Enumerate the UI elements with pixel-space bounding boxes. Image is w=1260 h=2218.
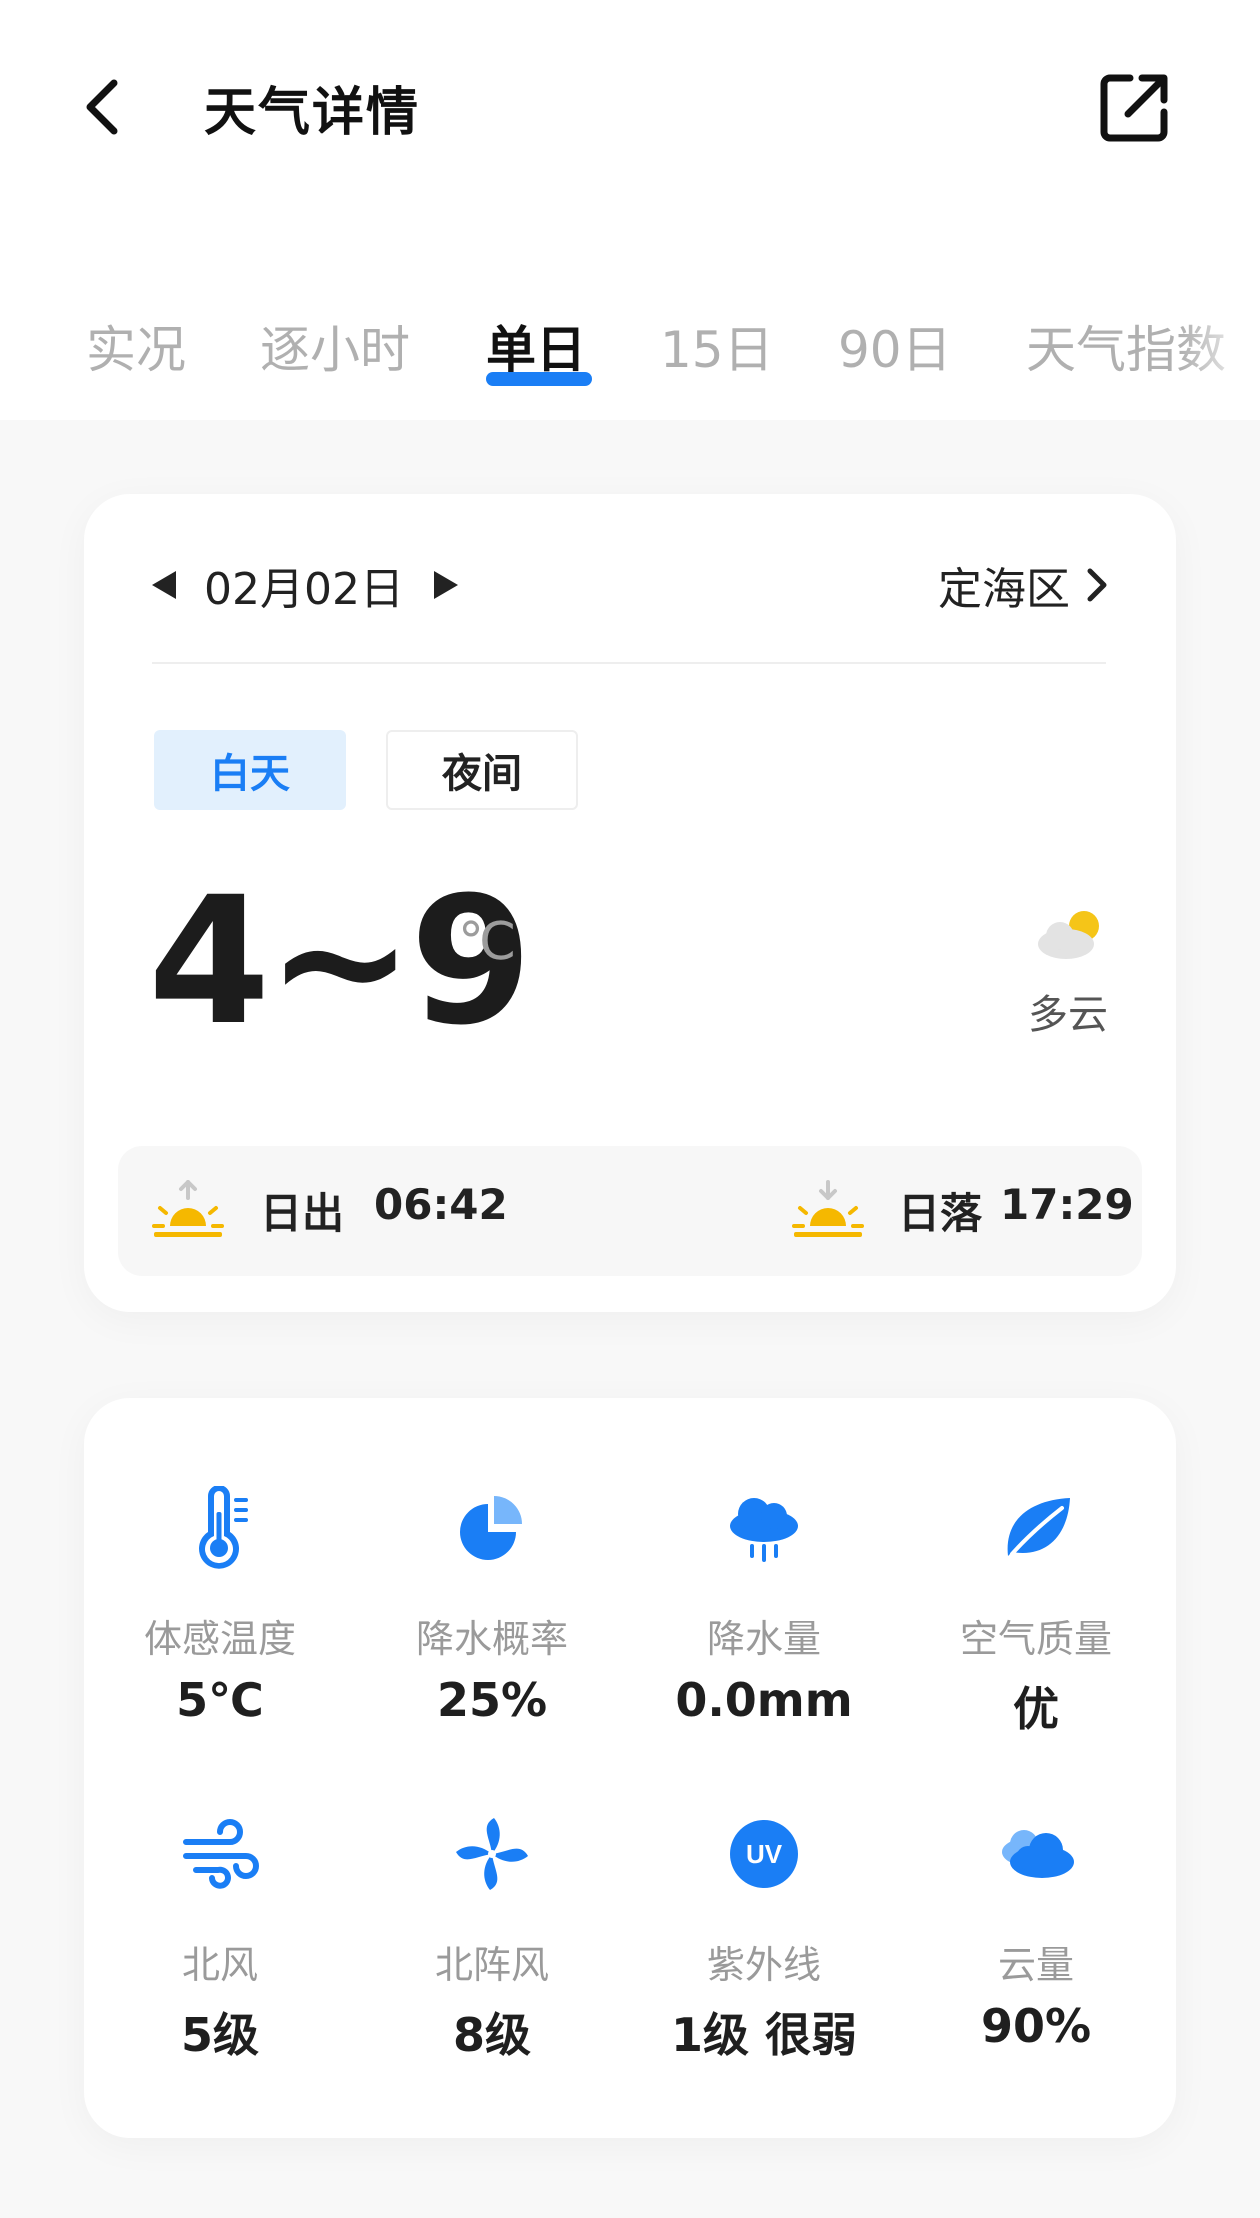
rain-cloud-icon — [730, 1498, 798, 1562]
cloud-cover-item: 云量 90% — [936, 1812, 1136, 2053]
air-quality-item: 空气质量 优 — [936, 1486, 1136, 1739]
back-button[interactable] — [72, 72, 132, 142]
top-bar: 天气详情 — [0, 0, 1260, 230]
wind-value: 5级 — [180, 2008, 259, 2062]
leaf-icon — [1007, 1498, 1070, 1556]
sun-times-strip: 日出 06:42 日落 17:29 — [118, 1146, 1142, 1276]
previous-day-button[interactable] — [152, 571, 176, 599]
cloud-icon — [1002, 1830, 1074, 1878]
external-link-icon — [1100, 74, 1168, 142]
sunrise-time: 06:42 — [374, 1180, 508, 1229]
chevron-left-icon — [86, 79, 118, 135]
pie-chart-icon — [460, 1496, 522, 1560]
tab-live[interactable]: 实况 — [86, 310, 186, 382]
wind-item: 北风 5级 — [120, 1812, 320, 2065]
gust-item: 北阵风 8级 — [392, 1812, 592, 2065]
sunset-label: 日落 — [898, 1189, 983, 1238]
sunset-time: 17:29 — [1000, 1180, 1134, 1229]
next-day-button[interactable] — [433, 571, 458, 599]
gust-label: 北阵风 — [434, 1943, 549, 1987]
divider — [152, 662, 1106, 664]
thermometer-icon — [199, 1486, 248, 1569]
nighttime-toggle[interactable]: 夜间 — [386, 730, 578, 810]
date-label: 02月02日 — [204, 564, 404, 615]
location-label: 定海区 — [938, 564, 1070, 615]
uv-item: UV 紫外线 1级 很弱 — [664, 1812, 864, 2065]
feels-like-value: 5℃ — [176, 1673, 264, 1727]
date-navigator: 02月02日 — [152, 550, 458, 620]
weather-detail-page: 天气详情 实况 逐小时 单日 15日 90日 天气指数 02月02日 定海区 白… — [0, 0, 1260, 2218]
weather-condition: 多云 — [1028, 992, 1108, 1038]
daily-forecast-card: 02月02日 定海区 白天 夜间 4~9 ℃ 多云 日出 06:42 日落 17… — [84, 494, 1176, 1312]
uv-icon-text: UV — [746, 1839, 783, 1869]
wind-icon — [183, 1819, 259, 1889]
weather-details-card: 体感温度 5℃ 降水概率 25% 降水量 0.0mm 空气质量 优 北风 5级 … — [84, 1398, 1176, 2138]
tab-15-day[interactable]: 15日 — [660, 310, 774, 382]
precip-probability-item: 降水概率 25% — [392, 1486, 592, 1727]
temperature-unit: ℃ — [458, 912, 517, 972]
partly-cloudy-icon — [1038, 911, 1099, 959]
tab-weather-index[interactable]: 天气指数 — [1026, 310, 1226, 382]
air-quality-label: 空气质量 — [959, 1617, 1112, 1661]
cloud-cover-value: 90% — [980, 1999, 1092, 2053]
daytime-toggle[interactable]: 白天 — [154, 730, 346, 810]
location-selector[interactable]: 定海区 — [938, 550, 1108, 620]
page-title: 天气详情 — [204, 83, 421, 143]
precip-probability-label: 降水概率 — [415, 1617, 568, 1661]
precip-probability-value: 25% — [436, 1673, 548, 1727]
tab-90-day[interactable]: 90日 — [838, 310, 952, 382]
air-quality-value: 优 — [1013, 1682, 1059, 1736]
share-button[interactable] — [1096, 70, 1172, 146]
precipitation-label: 降水量 — [706, 1617, 821, 1661]
chevron-right-icon — [1087, 568, 1107, 602]
gust-value: 8级 — [452, 2008, 531, 2062]
pinwheel-icon — [456, 1818, 528, 1890]
uv-icon: UV — [730, 1820, 798, 1888]
precipitation-value: 0.0mm — [675, 1673, 853, 1727]
tab-hourly[interactable]: 逐小时 — [260, 310, 410, 382]
sunset-icon — [792, 1180, 864, 1237]
tab-bar: 实况 逐小时 单日 15日 90日 天气指数 — [0, 230, 1260, 420]
feels-like-item: 体感温度 5℃ — [120, 1486, 320, 1727]
sunrise-icon — [152, 1180, 224, 1237]
active-tab-indicator — [486, 372, 592, 386]
feels-like-label: 体感温度 — [143, 1617, 296, 1661]
precipitation-item: 降水量 0.0mm — [664, 1486, 864, 1727]
sunrise-label: 日出 — [260, 1189, 345, 1238]
cloud-cover-label: 云量 — [997, 1943, 1074, 1987]
uv-label: 紫外线 — [706, 1943, 821, 1987]
uv-value: 1级 很弱 — [670, 2008, 858, 2062]
wind-label: 北风 — [181, 1943, 258, 1987]
